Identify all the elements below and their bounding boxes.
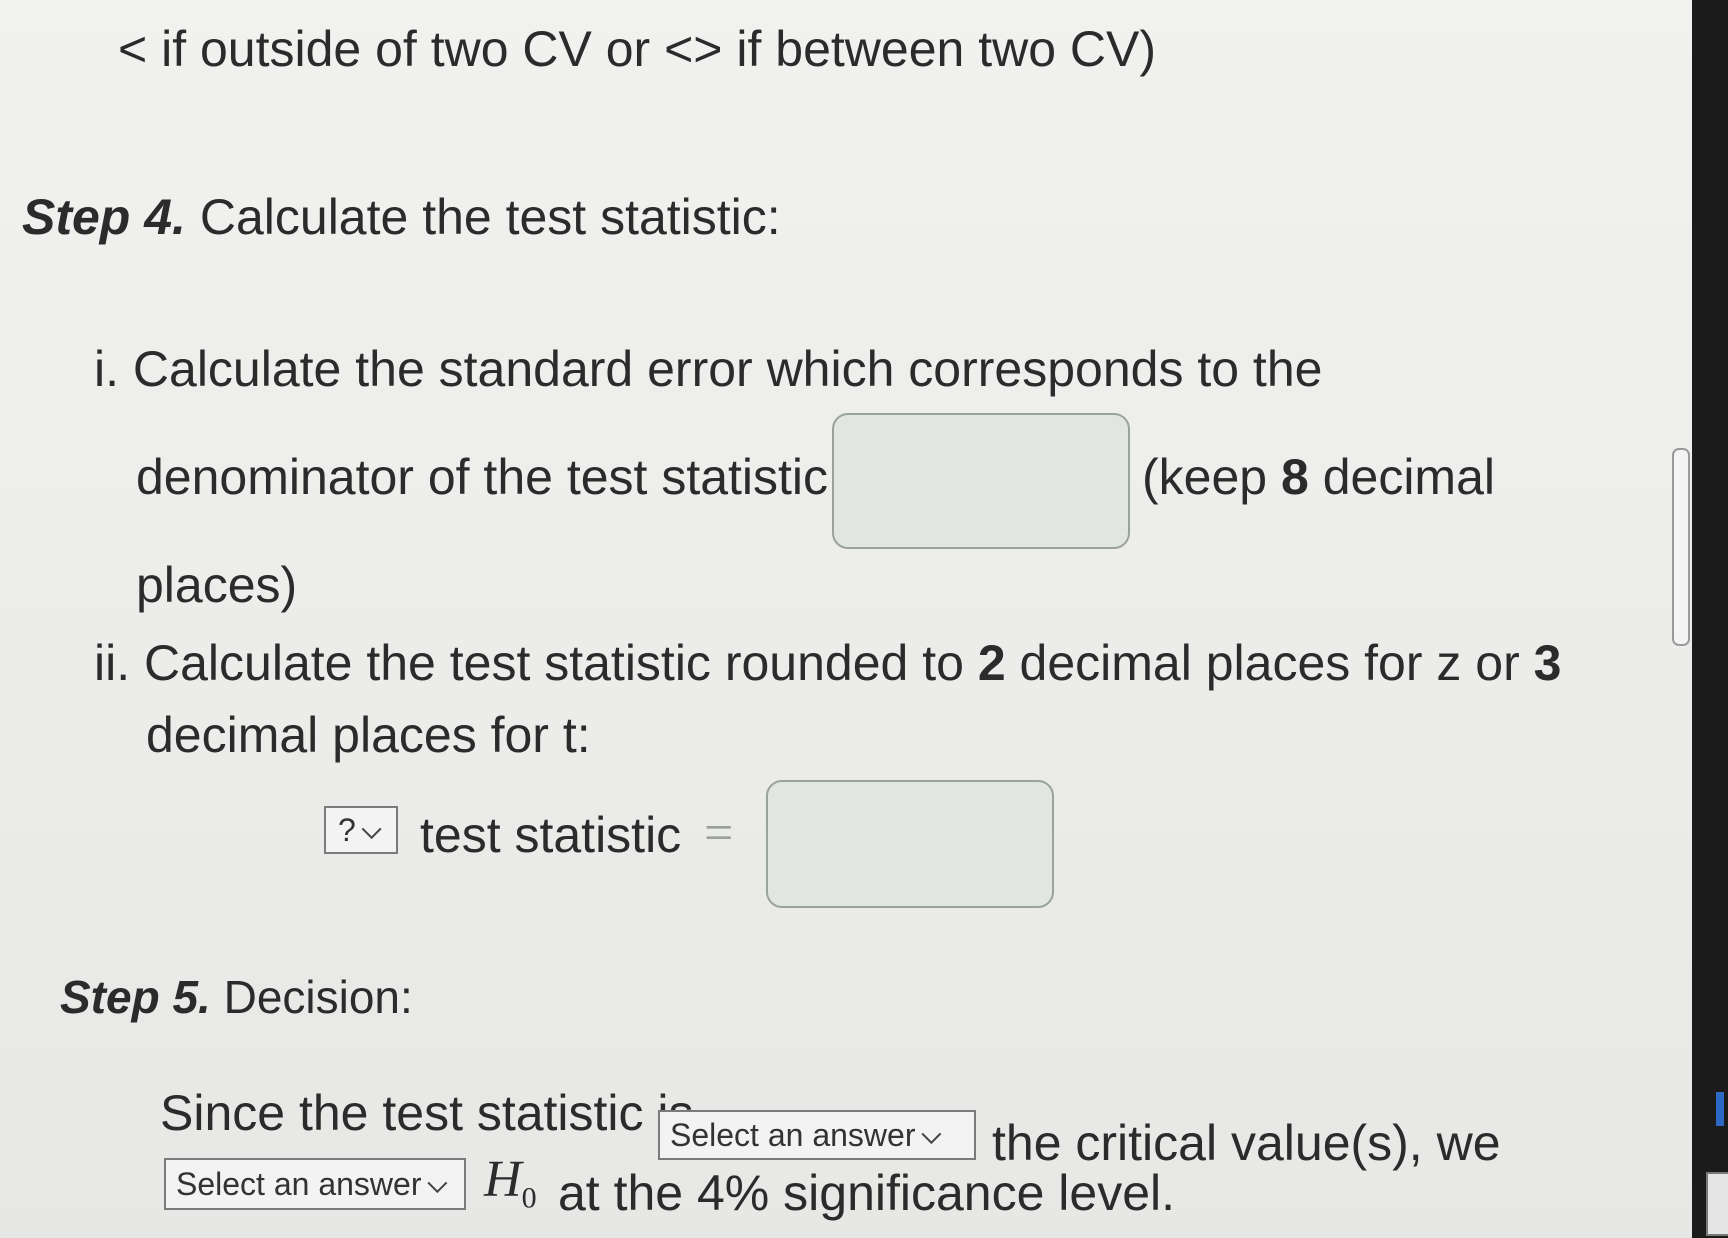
statistic-type-dropdown[interactable]: ? ⌵ — [324, 806, 398, 854]
step5-title: Decision: — [223, 971, 413, 1023]
item-i-line3: places) — [136, 557, 298, 613]
chevron-down-icon: ⌵ — [427, 1168, 448, 1198]
item-i-line2: denominator of the test statistic: — [136, 449, 842, 505]
equals-sign: = — [704, 805, 734, 862]
statistic-type-selected: ? — [338, 811, 356, 848]
intro-line: < if outside of two CV or <> if between … — [118, 21, 1157, 77]
item-i-line1: i. Calculate the standard error which co… — [94, 340, 1322, 398]
decision-dropdown[interactable]: Select an answer ⌵ — [164, 1158, 466, 1210]
edge-blue-marker — [1716, 1092, 1724, 1126]
decision-text-c: at the 4% significance level. — [558, 1165, 1176, 1221]
step5-label: Step 5. — [60, 971, 211, 1023]
item-ii-text-b: decimal places for z or — [1019, 635, 1520, 691]
decision-text-a: Since the test statistic is — [160, 1085, 694, 1141]
item-ii-line1: ii. Calculate the test statistic rounded… — [94, 634, 1561, 692]
decision-selected: Select an answer — [176, 1165, 422, 1202]
item-ii-marker: ii. — [94, 635, 131, 691]
standard-error-input[interactable] — [832, 413, 1130, 549]
test-statistic-label: test statistic — [420, 807, 682, 863]
step5-heading: Step 5. Decision: — [60, 970, 413, 1024]
scrollbar-track[interactable] — [1692, 0, 1728, 1238]
z-places: 2 — [977, 635, 1006, 691]
step4-heading: Step 4. Calculate the test statistic: — [22, 188, 781, 246]
item-ii-text-a: Calculate the test statistic rounded to — [144, 635, 964, 691]
h0-symbol: H0 — [484, 1150, 537, 1215]
t-places: 3 — [1533, 635, 1562, 691]
item-i-marker: i. — [94, 341, 119, 397]
page-content: < if outside of two CV or <> if between … — [0, 0, 1692, 1238]
keep-num: 8 — [1280, 449, 1309, 505]
comparison-selected: Select an answer — [670, 1116, 916, 1153]
h0-subscript: 0 — [521, 1181, 537, 1215]
h0-letter: H — [484, 1151, 522, 1208]
scrollbar-thumb[interactable] — [1672, 448, 1690, 646]
keep-suffix: decimal — [1322, 449, 1495, 505]
comparison-dropdown[interactable]: Select an answer ⌵ — [658, 1110, 976, 1160]
step4-title: Calculate the test statistic: — [199, 189, 781, 245]
keep-decimals-note: (keep 8 decimal — [1142, 448, 1495, 506]
item-i-text: Calculate the standard error which corre… — [132, 341, 1323, 397]
chevron-down-icon: ⌵ — [361, 814, 382, 844]
step4-label: Step 4. — [22, 189, 186, 245]
item-ii-line2: decimal places for t: — [146, 707, 591, 763]
chevron-down-icon: ⌵ — [921, 1119, 942, 1149]
keep-prefix: (keep — [1142, 449, 1268, 505]
test-statistic-input[interactable] — [766, 780, 1054, 908]
edge-partial-box — [1706, 1172, 1728, 1236]
